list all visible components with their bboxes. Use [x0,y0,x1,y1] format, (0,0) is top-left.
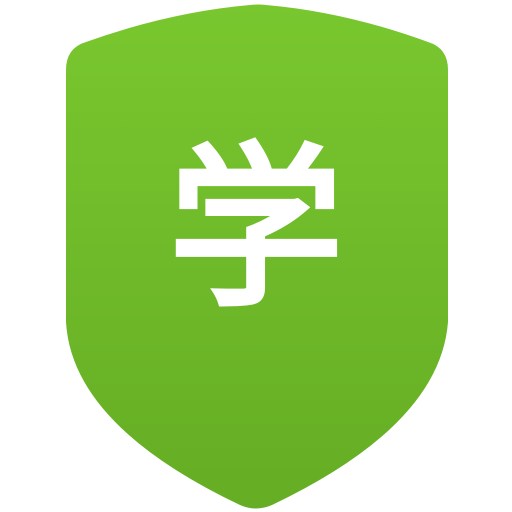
study-glyph: 学 [167,127,344,332]
app-icon: 学 [0,0,512,512]
